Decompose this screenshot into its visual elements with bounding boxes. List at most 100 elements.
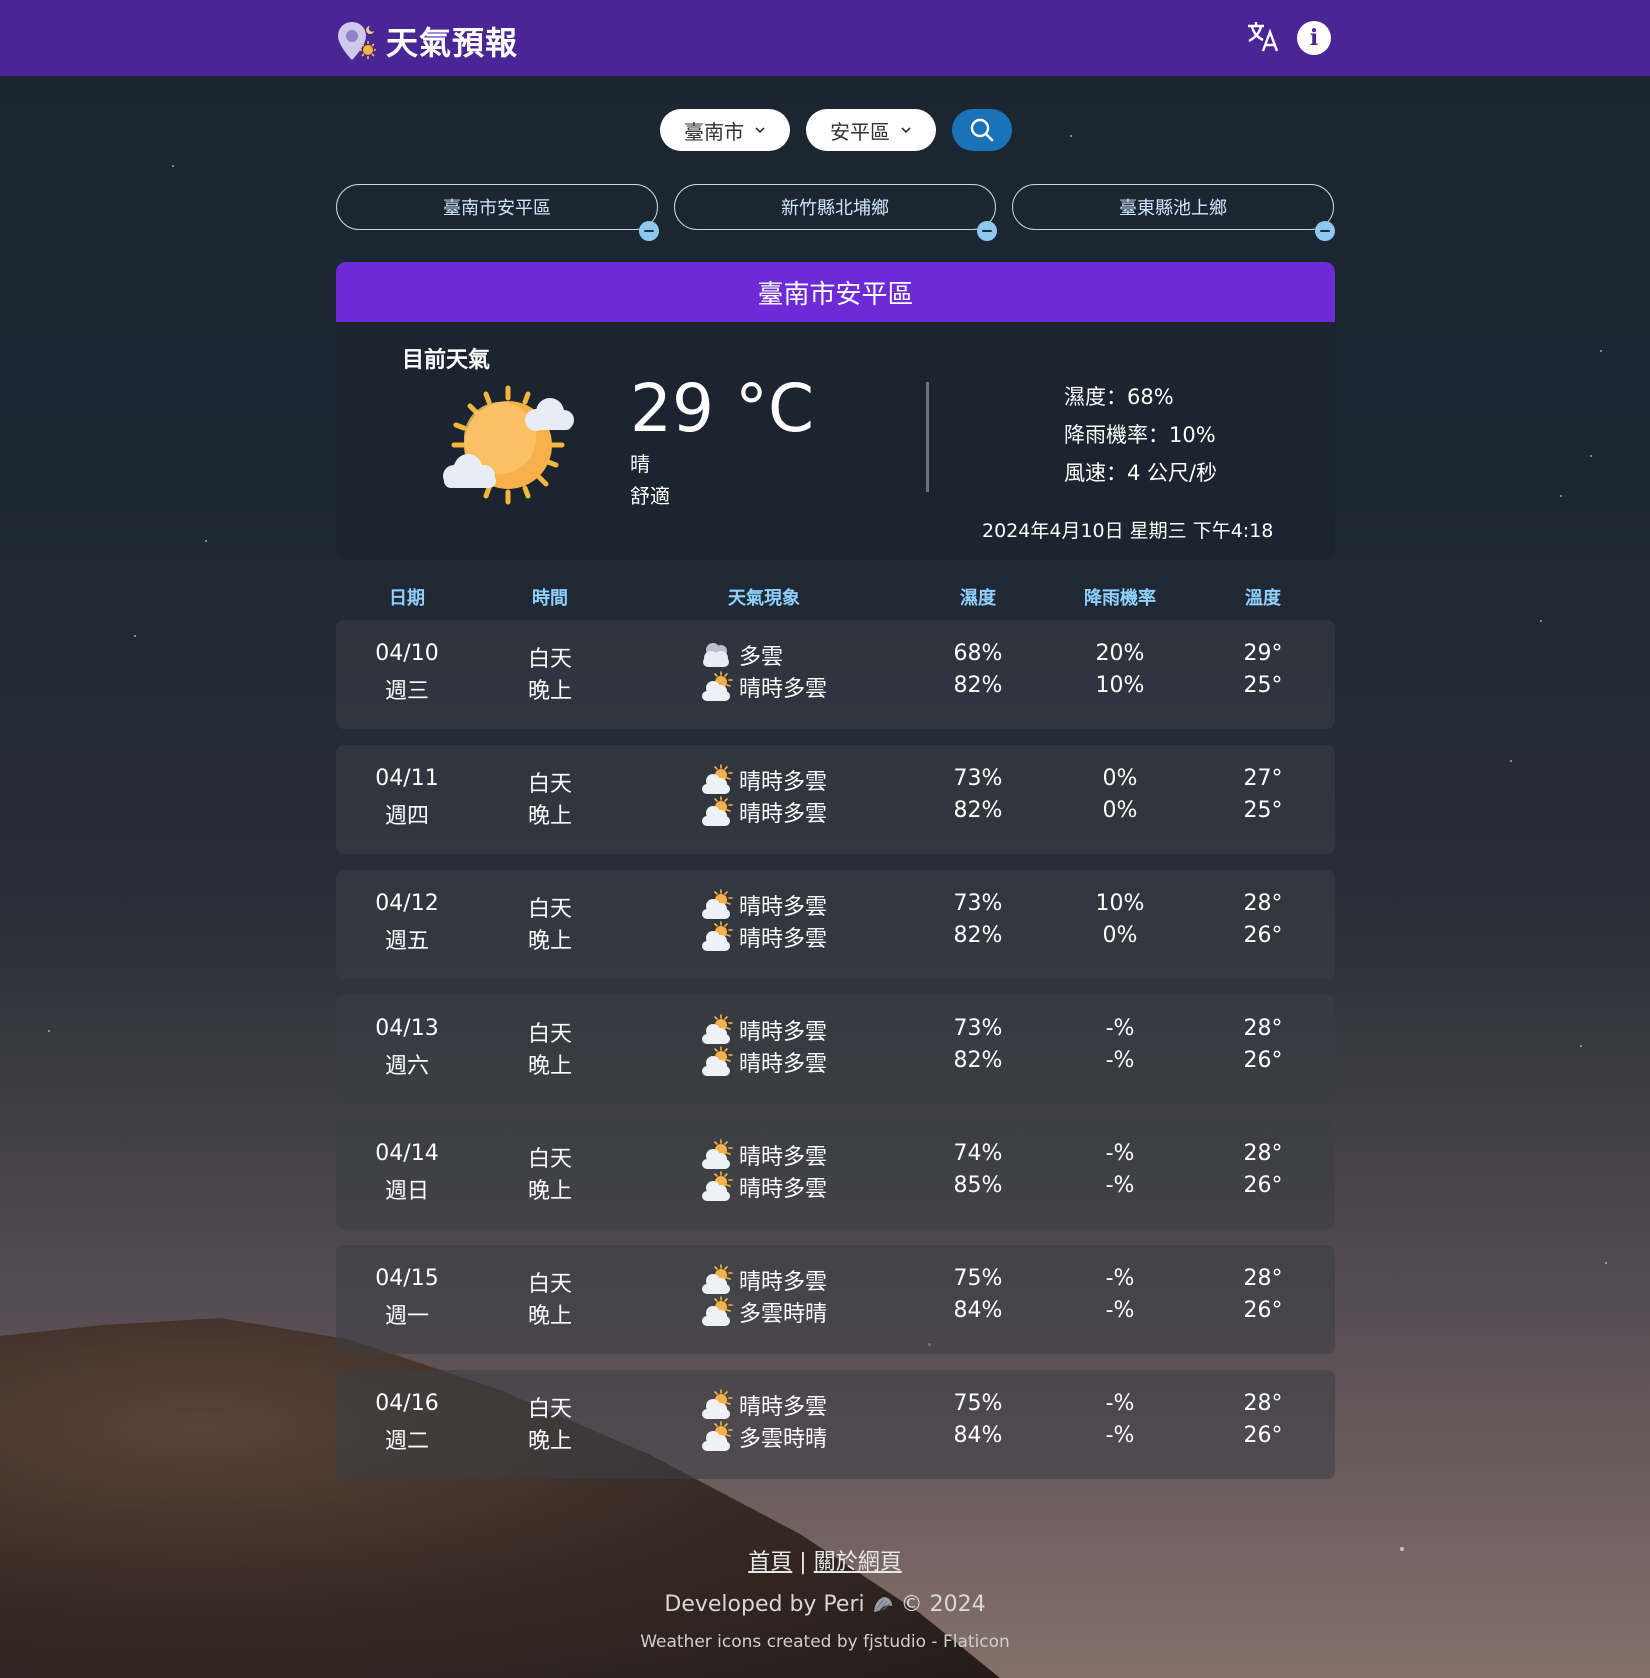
forecast-row: 04/12 週五 白天 晚上 晴時多雲 晴時多雲 73% 82% 10% 0% …: [336, 870, 1335, 979]
forecast-day-humidity: 73%: [953, 891, 1003, 916]
forecast-day-rain: -%: [1105, 1266, 1135, 1291]
forecast-night-humidity: 82%: [953, 673, 1003, 698]
forecast-day-weather: 晴時多雲: [699, 888, 827, 922]
forecast-night-rain: -%: [1105, 1173, 1135, 1198]
forecast-day-humidity: 75%: [953, 1266, 1003, 1291]
current-weather-label: 目前天氣: [402, 348, 491, 373]
partly-cloudy-icon: [702, 1296, 733, 1326]
forecast-night-weather: 多雲時晴: [699, 1420, 827, 1454]
forecast-night-rain: -%: [1105, 1423, 1135, 1448]
about-link[interactable]: 關於網頁: [814, 1550, 902, 1575]
partly-cloudy-icon: [702, 1264, 733, 1294]
forecast-day-label: 白天: [527, 772, 573, 797]
forecast-row: 04/16 週二 白天 晚上 晴時多雲 多雲時晴 75% 84% -% -% 2…: [336, 1370, 1335, 1479]
forecast-date: 04/14: [375, 1141, 439, 1166]
forecast-day-label: 白天: [527, 897, 573, 922]
forecast-night-weather: 多雲時晴: [699, 1295, 827, 1329]
divider: [926, 382, 929, 492]
forecast-day-condition: 晴時多雲: [739, 1270, 828, 1295]
developer-line: Developed by Peri © 2024: [0, 1592, 1650, 1617]
footer-separator: |: [799, 1550, 807, 1575]
favorite-location-button[interactable]: 臺東縣池上鄉: [1012, 184, 1335, 241]
forecast-date: 04/10: [375, 641, 439, 666]
forecast-date: 04/13: [375, 1016, 439, 1041]
forecast-day-label: 白天: [527, 1272, 573, 1297]
info-icon[interactable]: i: [1297, 21, 1331, 55]
forecast-night-rain: 0%: [1102, 923, 1138, 948]
forecast-day-label: 白天: [527, 1397, 573, 1422]
partly-cloudy-icon: [702, 764, 733, 794]
forecast-day-weather: 晴時多雲: [699, 1013, 827, 1047]
forecast-day-condition: 晴時多雲: [739, 895, 828, 920]
header-rain: 降雨機率: [1084, 588, 1156, 609]
app-title: 天氣預報: [386, 24, 519, 62]
partly-cloudy-icon: [702, 671, 733, 701]
forecast-night-weather: 晴時多雲: [699, 795, 827, 829]
partly-cloudy-icon: [702, 1014, 733, 1044]
forecast-night-humidity: 84%: [953, 1298, 1003, 1323]
forecast-day-temp: 28°: [1243, 1016, 1283, 1041]
forecast-day-weather: 多雲: [699, 638, 783, 672]
current-comfort: 舒適: [630, 484, 670, 508]
forecast-weekday: 週一: [384, 1304, 430, 1329]
home-link[interactable]: 首頁: [748, 1550, 792, 1575]
forecast-day-weather: 晴時多雲: [699, 763, 827, 797]
favorite-location-button[interactable]: 臺南市安平區: [336, 184, 659, 241]
forecast-row: 04/11 週四 白天 晚上 晴時多雲 晴時多雲 73% 82% 0% 0% 2…: [336, 745, 1335, 854]
favorite-location-label: 新竹縣北埔鄉: [781, 198, 889, 219]
forecast-night-humidity: 82%: [953, 923, 1003, 948]
district-select[interactable]: 安平區: [806, 109, 936, 151]
forecast-day-weather: 晴時多雲: [699, 1388, 827, 1422]
forecast-day-temp: 28°: [1243, 1266, 1283, 1291]
forecast-night-label: 晚上: [527, 1304, 573, 1329]
translate-icon[interactable]: [1245, 18, 1281, 54]
forecast-weekday: 週四: [384, 804, 430, 829]
current-humidity: 濕度：68%: [1064, 385, 1174, 409]
forecast-night-label: 晚上: [527, 1429, 573, 1454]
forecast-night-temp: 26°: [1243, 1298, 1283, 1323]
developer-credit: Developed by Peri: [664, 1592, 865, 1617]
forecast-row: 04/15 週一 白天 晚上 晴時多雲 多雲時晴 75% 84% -% -% 2…: [336, 1245, 1335, 1354]
forecast-night-condition: 晴時多雲: [739, 802, 828, 827]
forecast-date: 04/15: [375, 1266, 439, 1291]
partly-cloudy-icon: [702, 1389, 733, 1419]
header-temp: 溫度: [1245, 588, 1281, 609]
header-date: 日期: [389, 588, 425, 609]
favorite-locations: 臺南市安平區 新竹縣北埔鄉 臺東縣池上鄉: [336, 184, 1335, 241]
app-logo[interactable]: 天氣預報: [336, 18, 518, 64]
remove-favorite-icon[interactable]: [639, 221, 659, 241]
forecast-night-label: 晚上: [527, 1179, 573, 1204]
forecast-night-condition: 晴時多雲: [739, 677, 828, 702]
chevron-down-icon: [901, 127, 911, 134]
favorite-location-button[interactable]: 新竹縣北埔鄉: [674, 184, 997, 241]
forecast-night-condition: 多雲時晴: [739, 1427, 828, 1452]
header-time: 時間: [532, 588, 568, 609]
remove-favorite-icon[interactable]: [977, 221, 997, 241]
forecast-day-label: 白天: [527, 1022, 573, 1047]
forecast-night-rain: 0%: [1102, 798, 1138, 823]
forecast-day-label: 白天: [527, 647, 573, 672]
header-weather: 天氣現象: [728, 588, 800, 609]
search-button[interactable]: [952, 109, 1012, 151]
forecast-night-condition: 多雲時晴: [739, 1302, 828, 1327]
forecast-weekday: 週二: [384, 1429, 430, 1454]
forecast-night-weather: 晴時多雲: [699, 1045, 827, 1079]
forecast-night-condition: 晴時多雲: [739, 1052, 828, 1077]
forecast-night-temp: 26°: [1243, 923, 1283, 948]
partly-cloudy-icon: [702, 1421, 733, 1451]
remove-favorite-icon[interactable]: [1315, 221, 1335, 241]
forecast-day-temp: 28°: [1243, 1391, 1283, 1416]
partly-cloudy-icon: [702, 1139, 733, 1169]
favorite-location-label: 臺南市安平區: [443, 198, 551, 219]
cloudy-icon: [703, 643, 729, 667]
city-select-value: 臺南市: [684, 119, 744, 144]
forecast-row: 04/10 週三 白天 晚上 多雲 晴時多雲 68% 82% 20% 10% 2…: [336, 620, 1335, 729]
forecast-day-condition: 晴時多雲: [739, 1395, 828, 1420]
forecast-day-label: 白天: [527, 1147, 573, 1172]
forecast-day-humidity: 74%: [953, 1141, 1003, 1166]
forecast-night-temp: 25°: [1243, 673, 1283, 698]
current-datetime: 2024年4月10日 星期三 下午4:18: [982, 520, 1274, 542]
forecast-night-humidity: 82%: [953, 798, 1003, 823]
copyright: © 2024: [900, 1592, 986, 1617]
city-select[interactable]: 臺南市: [660, 109, 790, 151]
